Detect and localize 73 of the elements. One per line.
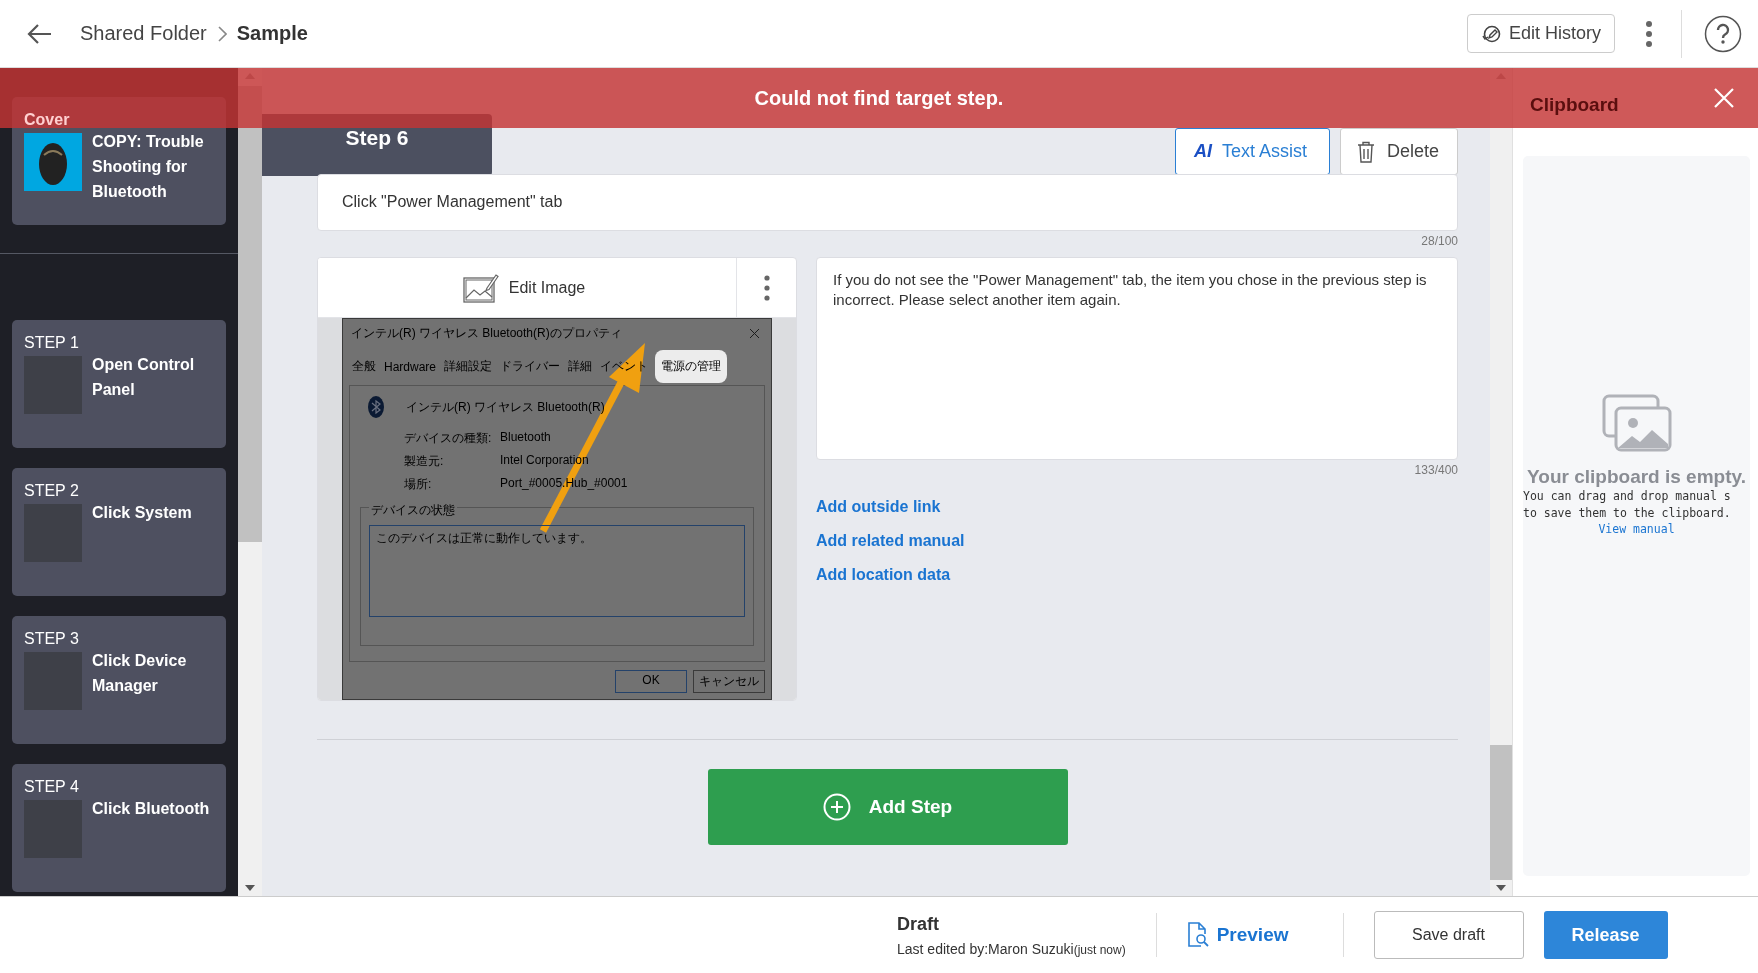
step-title: Click Device Manager: [92, 651, 188, 696]
last-edited-text: Last edited by:Maron Suzuki(just now): [897, 940, 1126, 957]
add-link[interactable]: Add outside link: [816, 498, 941, 516]
property-value: Bluetooth: [500, 430, 552, 446]
bluetooth-icon: [368, 396, 384, 418]
edit-history-button[interactable]: Edit History: [1466, 14, 1615, 53]
step-label: STEP 1: [24, 334, 79, 352]
chevron-right-icon: [216, 25, 227, 42]
plus-circle-icon: [822, 793, 851, 821]
device-name: インテル(R) ワイヤレス Bluetooth(R): [406, 398, 605, 416]
screenshot-thumbnail: [24, 504, 82, 562]
title-field[interactable]: Click "Power Management" tab: [317, 174, 1458, 231]
dialog-tab-label: 電源の管理: [655, 350, 728, 383]
save-draft-button[interactable]: Save draft: [1373, 911, 1524, 959]
images-icon: [1601, 394, 1672, 452]
character-count: 28/100: [1420, 234, 1458, 248]
dialog-tab-label: 全般: [351, 358, 377, 375]
page-title: Sample: [236, 22, 308, 45]
description-field[interactable]: If you do not see the "Power Management" tab, the item you chose in the previous step is incorrect. Please select another item again.: [816, 257, 1458, 460]
step-card[interactable]: STEP 3 Click Device Manager: [12, 616, 226, 744]
property-label: 製造元:: [404, 453, 445, 470]
scroll-down-icon[interactable]: [1496, 885, 1506, 891]
status-text-box: このデバイスは正常に動作しています。: [369, 525, 745, 617]
preview-button[interactable]: Preview: [1186, 922, 1313, 948]
step-title: Click System: [92, 503, 192, 523]
step-card[interactable]: STEP 2 Click System: [12, 468, 226, 596]
history-pencil-icon: [1480, 23, 1501, 44]
breadcrumb-link[interactable]: Shared Folder: [80, 22, 207, 45]
release-button[interactable]: Release: [1543, 911, 1668, 959]
screenshot-thumbnail: [24, 356, 82, 414]
mouse-photo: [24, 133, 82, 191]
image-pencil-icon: [462, 272, 499, 303]
delete-button[interactable]: Delete: [1339, 128, 1458, 175]
step-label: STEP 2: [24, 482, 79, 500]
dialog-title: インテル(R) ワイヤレス Bluetooth(R)のプロパティ: [351, 325, 622, 342]
dialog-tab-label: 詳細: [567, 358, 594, 375]
add-link[interactable]: Add location data: [816, 566, 951, 584]
error-message: Could not find target step.: [754, 86, 1004, 110]
panel-title: Clipboard: [1530, 94, 1619, 116]
step-card[interactable]: STEP 1 Open Control Panel: [12, 320, 226, 448]
dialog-tab-label: ドライバー: [499, 358, 562, 375]
step-title: COPY: Trouble Shooting for Bluetooth: [92, 132, 205, 202]
dialog-tab-label: Hardware: [383, 358, 438, 376]
screenshot-thumbnail: [24, 800, 82, 858]
step-title: Click Bluetooth: [92, 799, 210, 819]
scroll-down-icon[interactable]: [245, 885, 255, 891]
more-vertical-icon[interactable]: [1645, 19, 1653, 48]
empty-state-title: Your clipboard is empty.: [1527, 466, 1746, 488]
group-label: デバイスの状態: [369, 502, 457, 519]
text-assist-button[interactable]: AI Text Assist: [1174, 128, 1330, 175]
property-label: デバイスの種類:: [404, 430, 493, 447]
close-icon: [750, 329, 759, 338]
step-label: STEP 3: [24, 630, 79, 648]
dialog-tab-label: 詳細設定: [443, 358, 494, 375]
close-icon[interactable]: [1714, 88, 1734, 108]
step-title: Open Control Panel: [92, 355, 196, 400]
view-manual-link[interactable]: View manual: [1598, 522, 1675, 536]
more-vertical-icon[interactable]: [763, 274, 770, 301]
property-label: 場所:: [404, 476, 433, 493]
screenshot-thumbnail: [24, 652, 82, 710]
status-label: Draft: [897, 913, 940, 935]
back-arrow-icon[interactable]: [27, 22, 53, 45]
empty-state-text: to save them to the clipboard.: [1523, 505, 1731, 522]
step-card[interactable]: STEP 4 Click Bluetooth: [12, 764, 226, 892]
trash-icon: [1356, 140, 1375, 163]
step-label: Cover: [24, 111, 70, 129]
character-count: 133/400: [1413, 463, 1458, 477]
empty-state-text: You can drag and drop manual s: [1523, 488, 1731, 505]
add-link[interactable]: Add related manual: [816, 532, 965, 550]
step-label: STEP 4: [24, 778, 79, 796]
help-icon[interactable]: [1704, 14, 1742, 53]
document-search-icon: [1186, 922, 1209, 948]
scrollbar-thumb[interactable]: [1490, 745, 1512, 880]
